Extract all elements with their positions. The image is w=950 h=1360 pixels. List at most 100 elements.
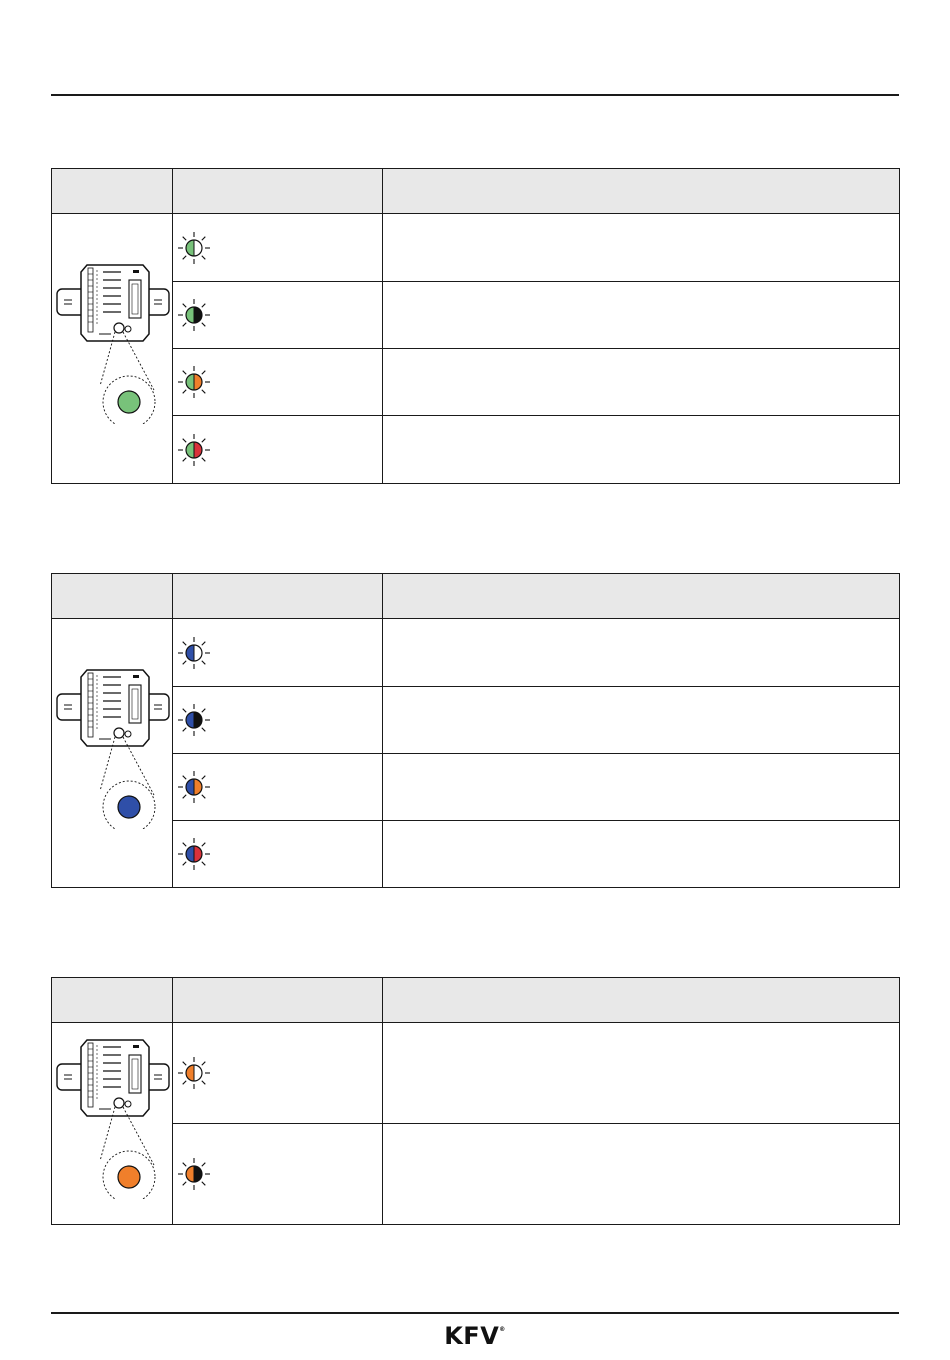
led-ray	[182, 794, 187, 799]
table-row	[51, 1022, 900, 1225]
led-ray	[182, 254, 187, 260]
header-cell-description	[382, 573, 900, 619]
table-row	[52, 1123, 900, 1225]
led-ray	[182, 1162, 187, 1167]
control-unit-icon	[56, 1039, 170, 1117]
led-indicator-cell	[172, 1022, 383, 1124]
led-ray	[182, 389, 187, 394]
blinking-led-icon	[178, 1158, 210, 1190]
registered-mark: ®	[499, 1326, 506, 1333]
status-led-dot	[117, 1165, 141, 1189]
led-ray	[201, 775, 206, 780]
led-ray	[201, 794, 206, 799]
header-cell-led	[172, 573, 383, 619]
led-ray	[201, 1162, 206, 1167]
led-right-half	[194, 441, 202, 458]
header-cell-description	[382, 977, 900, 1023]
control-unit-icon	[56, 669, 170, 747]
header-rule	[51, 94, 899, 96]
led-ray	[201, 437, 206, 443]
led-indicator-cell	[172, 281, 383, 349]
led-left-half	[186, 239, 194, 256]
blinking-led-icon	[178, 1057, 210, 1089]
led-right-half	[194, 779, 202, 795]
led-left-half	[186, 846, 194, 862]
led-ray	[201, 235, 206, 241]
header-cell-description	[382, 168, 900, 214]
led-left-half	[186, 441, 194, 458]
led-ray	[182, 640, 187, 646]
led-indicator-cell	[172, 348, 383, 416]
control-unit-icon	[56, 264, 170, 342]
table-row	[52, 686, 900, 754]
description-cell	[382, 348, 900, 416]
led-ray	[182, 437, 187, 443]
led-indicator-cell	[172, 1123, 383, 1225]
blinking-led-icon	[178, 366, 210, 398]
led-ray	[201, 708, 206, 713]
led-ray	[201, 1061, 206, 1066]
blinking-led-icon	[178, 299, 210, 331]
description-cell	[382, 415, 900, 484]
table-row	[51, 213, 900, 484]
led-right-half	[194, 712, 202, 728]
led-ray	[201, 727, 206, 732]
status-led-dot	[117, 795, 141, 819]
description-cell	[382, 281, 900, 349]
kfv-logo: KFV®	[0, 1322, 950, 1350]
table-row	[52, 820, 900, 888]
led-left-half	[186, 712, 194, 728]
blinking-led-icon	[178, 231, 210, 264]
led-ray	[182, 322, 187, 327]
control-unit-illustration	[56, 1039, 170, 1199]
led-ray	[201, 1080, 206, 1085]
description-cell	[382, 1022, 900, 1124]
table-header-row	[51, 168, 900, 214]
led-left-half	[186, 1065, 194, 1081]
led-status-table-green	[51, 168, 900, 484]
description-cell	[382, 820, 900, 888]
led-ray	[201, 389, 206, 394]
led-right-half	[194, 374, 202, 390]
led-ray	[182, 727, 187, 732]
description-cell	[382, 753, 900, 821]
device-cell	[51, 618, 173, 888]
description-cell	[382, 1123, 900, 1225]
led-indicator-cell	[172, 213, 383, 282]
table-row	[52, 415, 900, 484]
device-cell	[51, 1022, 173, 1225]
led-indicator-cell	[172, 618, 383, 687]
led-ray	[182, 1061, 187, 1066]
header-cell-led	[172, 977, 383, 1023]
led-ray	[201, 640, 206, 646]
table-row	[51, 618, 900, 888]
control-unit-illustration	[56, 264, 170, 424]
header-cell-device	[51, 977, 173, 1023]
led-ray	[182, 659, 187, 665]
led-left-half	[186, 307, 194, 323]
led-ray	[182, 861, 187, 866]
led-right-half	[194, 644, 202, 661]
status-led-dot	[117, 390, 141, 414]
led-status-table-orange	[51, 977, 900, 1225]
led-right-half	[194, 1065, 202, 1081]
led-left-half	[186, 1166, 194, 1182]
led-right-half	[194, 1166, 202, 1182]
header-cell-device	[51, 573, 173, 619]
device-cell	[51, 213, 173, 484]
led-left-half	[186, 644, 194, 661]
led-ray	[182, 370, 187, 375]
table-row	[52, 348, 900, 416]
blinking-led-icon	[178, 771, 210, 803]
led-ray	[201, 861, 206, 866]
led-ray	[201, 456, 206, 462]
led-ray	[201, 303, 206, 308]
footer-rule	[51, 1312, 899, 1314]
blinking-led-icon	[178, 433, 210, 466]
led-left-half	[186, 779, 194, 795]
control-unit-illustration	[56, 669, 170, 829]
led-ray	[182, 708, 187, 713]
led-ray	[182, 1181, 187, 1186]
led-ray	[182, 775, 187, 780]
blinking-led-icon	[178, 838, 210, 870]
